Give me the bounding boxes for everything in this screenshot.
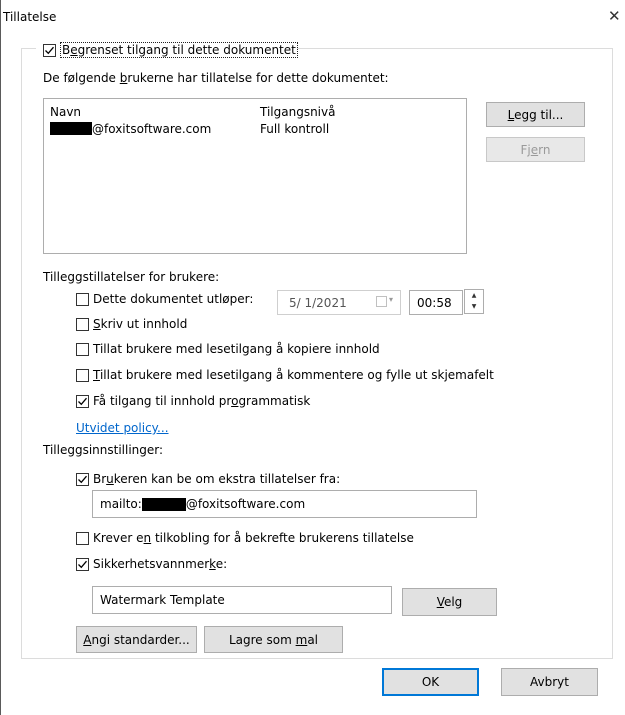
watermark-checkbox[interactable] [76,558,89,571]
ok-button[interactable]: OK [382,668,479,696]
request-permissions-label[interactable]: Brukeren kan be om ekstra tillatelser fr… [93,472,340,486]
user-row-access[interactable]: Full kontroll [260,122,329,136]
expires-checkbox[interactable] [76,293,89,306]
calendar-icon [376,296,387,307]
request-permissions-checkbox[interactable] [76,473,89,486]
advanced-policy-link[interactable]: Utvidet policy... [76,421,169,435]
add-user-button[interactable]: Legg til... [486,102,585,127]
expiry-date-value: 5/ 1/2021 [289,295,347,310]
require-connection-label[interactable]: Krever en tilkobling for å bekrefte bruk… [93,531,414,545]
save-as-template-button[interactable]: Lagre som mal [204,626,343,653]
require-connection-checkbox[interactable] [76,532,89,545]
window-title: Tillatelse [3,10,57,24]
print-checkbox[interactable] [76,318,89,331]
extra-settings-heading: Tilleggsinnstillinger: [43,443,164,457]
choose-watermark-button[interactable]: Velg [402,588,497,616]
restrict-access-checkbox[interactable] [43,44,56,57]
extra-permissions-heading: Tilleggstillatelser for brukere: [43,270,220,284]
expiry-time-field[interactable]: 00:58 [409,290,463,315]
programmatic-access-label[interactable]: Få tilgang til innhold programmatisk [93,394,310,408]
programmatic-access-checkbox[interactable] [76,395,89,408]
column-header-access[interactable]: Tilgangsnivå [260,105,335,119]
watermark-template-field[interactable]: Watermark Template [92,586,392,614]
window-left-border [0,0,1,715]
restrict-access-label[interactable]: Begrenset tilgang til dette dokumentet [60,42,298,58]
expiry-date-picker[interactable]: 5/ 1/2021 ▾ [277,290,401,315]
expires-label[interactable]: Dette dokumentet utløper: [93,292,253,306]
redacted-block [141,497,186,511]
watermark-label[interactable]: Sikkerhetsvannmerke: [93,557,227,571]
set-defaults-button[interactable]: Angi standarder... [76,626,197,653]
copy-checkbox[interactable] [76,343,89,356]
spin-up-icon[interactable]: ▲ [465,290,483,301]
users-heading: De følgende brukerne har tillatelse for … [43,71,389,85]
time-spinner[interactable]: ▲ ▼ [464,289,484,314]
close-icon[interactable]: ✕ [608,9,621,24]
mailto-input[interactable]: mailto: @foxitsoftware.com [92,490,477,518]
redacted-block [50,122,92,135]
remove-user-button[interactable]: Fjern [486,137,585,162]
column-header-name[interactable]: Navn [50,105,81,119]
print-label[interactable]: Skriv ut innhold [93,317,187,331]
comment-label[interactable]: Tillat brukere med lesetilgang å komment… [93,368,494,382]
copy-label[interactable]: Tillat brukere med lesetilgang å kopiere… [93,342,380,356]
comment-checkbox[interactable] [76,369,89,382]
chevron-down-icon: ▾ [389,295,394,304]
user-row-email[interactable]: @foxitsoftware.com [50,122,211,136]
cancel-button[interactable]: Avbryt [501,668,598,696]
spin-down-icon[interactable]: ▼ [465,301,483,312]
